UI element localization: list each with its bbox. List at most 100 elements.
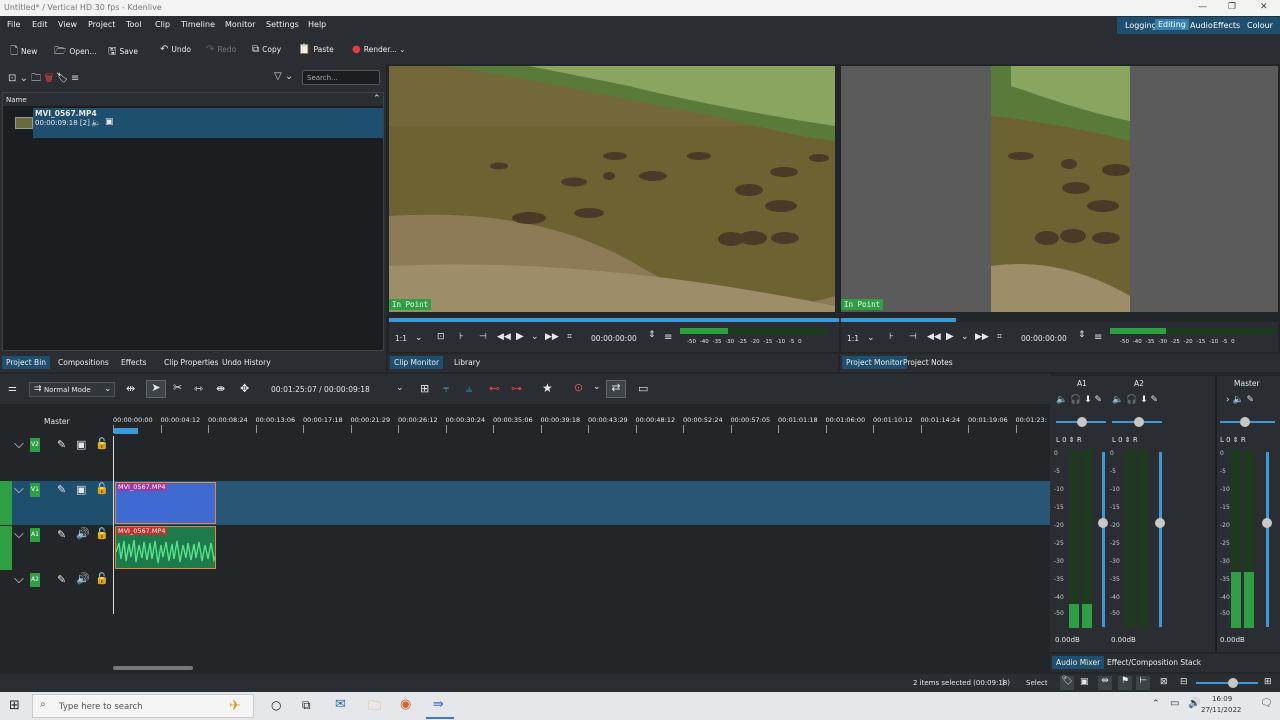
clip-fit-icon[interactable]: ⊡ (437, 332, 445, 342)
project-menu-icon[interactable]: ≡ (1094, 332, 1102, 343)
undo-button[interactable]: ↶ Undo (160, 44, 191, 55)
menu-timeline[interactable]: Timeline (181, 20, 215, 29)
close-button[interactable]: ✕ (1260, 2, 1268, 12)
mixer-toggle-icon[interactable]: ⇄ (606, 380, 626, 398)
minimize-button[interactable]: — (1198, 2, 1207, 12)
audio-clip[interactable]: MVI_0567.MP4 (115, 526, 216, 569)
master-db-value[interactable]: 0.00dB (1220, 636, 1245, 644)
thumbnails-icon[interactable]: ▣ (1080, 677, 1089, 687)
menu-file[interactable]: File (7, 20, 20, 29)
copy-button[interactable]: ⧉ Copy (252, 44, 281, 55)
taskbar-time[interactable]: 16:09 (1212, 695, 1232, 703)
a2-fader[interactable] (1159, 452, 1162, 627)
a1-icons[interactable]: 🔈 🎧 ⬇ ✎ (1056, 395, 1102, 405)
video-clip[interactable]: MVI_0567.MP4 (115, 482, 216, 524)
mail-icon[interactable]: ✉ (335, 697, 346, 712)
favorite-star-icon[interactable]: ★ (542, 381, 553, 395)
menu-project[interactable]: Project (88, 20, 115, 29)
save-button[interactable]: 🖫 Save (108, 44, 138, 61)
tab-library[interactable]: Library (454, 358, 480, 367)
video-icon[interactable]: ▣ (105, 117, 114, 127)
clip-forward-icon[interactable]: ▶▶ (545, 332, 559, 342)
project-zoom-dropdown-icon[interactable]: ⌄ (867, 333, 875, 343)
timeline-scrollbar[interactable] (113, 666, 193, 670)
network-icon[interactable]: ▭ (1170, 698, 1179, 709)
track-a2-mute-icon[interactable]: 🔊 (76, 572, 90, 585)
timeline-ruler[interactable]: 00:00:00:00 00:00:04:12 00:00:08:24 00:00:1… (113, 404, 1050, 436)
tab-compositions[interactable]: Compositions (58, 358, 109, 367)
menu-icon[interactable]: ≡ (71, 73, 79, 84)
a1-balance-knob[interactable] (1077, 417, 1087, 427)
master-icons[interactable]: › 🔈 ✎ (1226, 395, 1254, 405)
track-lane-v1[interactable] (113, 481, 1050, 525)
kdenlive-taskbar-icon[interactable]: ⇛ (433, 697, 444, 712)
audio-icon[interactable]: 🔈 (91, 118, 101, 127)
subtitle-icon[interactable]: ▭ (638, 382, 648, 395)
clip-set-in-icon[interactable]: ⊦ (459, 332, 464, 342)
multicam-tool-icon[interactable]: ✥ (240, 382, 249, 395)
add-folder-icon[interactable]: 🗀 (31, 73, 41, 84)
master-balance-knob[interactable] (1240, 417, 1250, 427)
menu-settings[interactable]: Settings (266, 20, 299, 29)
file-explorer-icon[interactable]: 🗀 (368, 697, 381, 719)
layout-colour[interactable]: Colour (1247, 21, 1273, 30)
a1-fader[interactable] (1102, 452, 1105, 627)
menu-tool[interactable]: Tool (126, 20, 142, 29)
taskbar-date[interactable]: 27/11/2022 (1201, 706, 1241, 714)
extract-icon[interactable]: ⊷ (489, 382, 500, 395)
timeline-position[interactable]: 00:01:25:07 / 00:00:09:18 (271, 385, 370, 394)
project-zoom-select[interactable]: 1:1 (847, 334, 859, 343)
cortana-icon[interactable]: ○ (271, 698, 281, 712)
master-fader-knob[interactable] (1262, 518, 1272, 528)
tab-clip-properties[interactable]: Clip Properties (164, 358, 218, 367)
clip-zoom-dropdown-icon[interactable]: ⌄ (415, 333, 423, 343)
record-dropdown-icon[interactable]: ⌄ (593, 382, 601, 392)
layout-logging[interactable]: Logging (1125, 21, 1157, 30)
track-v1-lock-icon[interactable]: 🔓 (95, 482, 109, 495)
menu-help[interactable]: Help (308, 20, 326, 29)
redo-button[interactable]: ↷ Redo (206, 44, 236, 55)
track-head-a2[interactable]: A2 ⌵ ✎ 🔊 🔓 (0, 571, 113, 615)
track-v2-lock-icon[interactable]: 🔓 (95, 437, 109, 450)
track-lane-a1[interactable] (113, 526, 1050, 570)
clip-set-out-icon[interactable]: ⊣ (479, 332, 487, 342)
markers-icon[interactable]: ⚑ (1118, 676, 1132, 690)
tab-project-bin[interactable]: Project Bin (2, 356, 51, 369)
track-v1-collapse-icon[interactable]: ⌵ (14, 482, 24, 497)
slip-tool-icon[interactable]: ⇿ (194, 382, 203, 395)
tab-project-notes[interactable]: Project Notes (903, 358, 953, 367)
bin-view-icon[interactable]: ⊡ (8, 73, 16, 84)
project-timecode[interactable]: 00:00:00:00 (1021, 334, 1067, 343)
a2-icons[interactable]: 🔈 🎧 ⬇ ✎ (1112, 395, 1158, 405)
ripple-tool-icon[interactable]: ⇼ (216, 382, 225, 395)
project-rewind-icon[interactable]: ◀◀ (927, 332, 941, 342)
layout-audio[interactable]: Audio (1190, 21, 1213, 30)
clip-zoom-select[interactable]: 1:1 (395, 334, 407, 343)
taskbar-search-box[interactable]: ⌕ Type here to search ✈ (32, 694, 254, 718)
track-lane-v2[interactable] (113, 436, 1050, 480)
menu-monitor[interactable]: Monitor (225, 20, 255, 29)
snap-icon[interactable]: ⇹ (1098, 676, 1112, 690)
collapse-icon[interactable]: ⌃ (373, 94, 381, 104)
tag-icon[interactable]: 🏷 (57, 73, 68, 84)
tray-chevron-icon[interactable]: ⌃ (1152, 699, 1160, 709)
tab-clip-monitor[interactable]: Clip Monitor (390, 356, 444, 369)
track-v2-hide-icon[interactable]: ▣ (76, 438, 86, 451)
edit-mode-select[interactable]: ⇉ Normal Mode ⌄ (29, 382, 115, 397)
clip-play-icon[interactable]: ▶ (516, 331, 524, 342)
zoom-slider[interactable] (1196, 682, 1258, 684)
track-a1-collapse-icon[interactable]: ⌵ (14, 527, 24, 542)
volume-icon[interactable]: 🔊 (1188, 698, 1200, 709)
paste-button[interactable]: 📋 Paste (298, 44, 334, 55)
tab-project-monitor[interactable]: Project Monitor (842, 356, 907, 369)
bin-search-input[interactable]: Search... (302, 70, 380, 85)
firefox-icon[interactable]: ◉ (400, 697, 411, 712)
task-view-icon[interactable]: ⧉ (302, 698, 311, 713)
project-forward-icon[interactable]: ▶▶ (975, 332, 989, 342)
bin-clip-item[interactable]: MVI_0567.MP4 00:00:09:18 [2] 🔈 ▣ (33, 108, 383, 138)
fit-zoom-icon[interactable]: ⊞ (420, 382, 429, 395)
track-v1-effects-icon[interactable]: ✎ (57, 483, 66, 496)
spacer-tool-icon[interactable]: ⇹ (126, 382, 135, 395)
layout-editing[interactable]: Editing (1155, 19, 1189, 30)
windows-start-icon[interactable]: ⊞ (9, 698, 20, 713)
